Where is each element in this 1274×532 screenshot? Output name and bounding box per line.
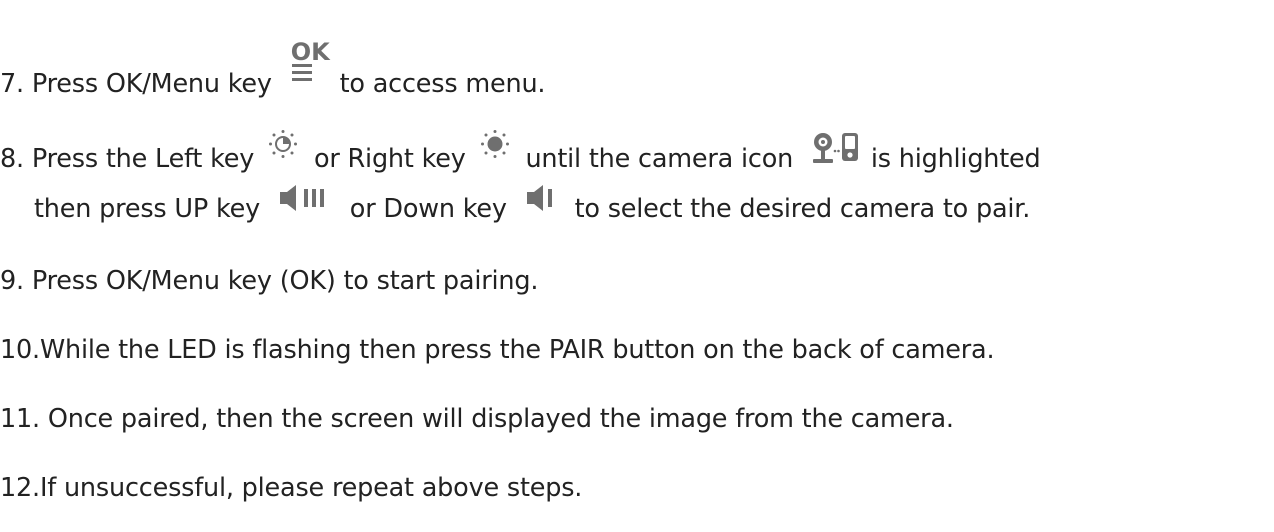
step-number: 10.: [0, 335, 40, 365]
step-8: 8. Press the Left key or Right key until…: [0, 130, 1041, 177]
step-number: 9.: [0, 266, 24, 296]
volume-up-icon: [278, 185, 330, 217]
step-number: 12.: [0, 473, 40, 503]
step-7: 7. Press OK/Menu key OK to access menu.: [0, 38, 546, 102]
step-number: 11.: [0, 404, 40, 434]
step-text: or Down key: [349, 194, 507, 224]
camera-monitor-icon: [811, 133, 861, 167]
step-text: is highlighted: [870, 144, 1041, 174]
step-text: then press UP key: [34, 194, 260, 224]
step-text: to access menu.: [339, 69, 546, 99]
step-12: 12.If unsuccessful, please repeat above …: [0, 470, 582, 506]
step-text: Press OK/Menu key: [31, 69, 272, 99]
step-text: Once paired, then the screen will displa…: [47, 404, 954, 434]
step-text: until the camera icon: [525, 144, 794, 174]
step-text: If unsuccessful, please repeat above ste…: [39, 473, 583, 503]
step-text: Press the Left key: [31, 144, 255, 174]
step-number: 7.: [0, 69, 24, 99]
brightness-high-icon: [480, 130, 510, 167]
step-text: Press OK/Menu key (OK) to start pairing.: [31, 266, 539, 296]
step-9: 9. Press OK/Menu key (OK) to start pairi…: [0, 263, 538, 299]
volume-down-icon: [525, 185, 555, 217]
step-number: 8.: [0, 144, 24, 174]
ok-menu-icon: OK: [288, 38, 330, 92]
step-text: to select the desired camera to pair.: [574, 194, 1031, 224]
step-text: or Right key: [313, 144, 466, 174]
step-text: While the LED is flashing then press the…: [39, 335, 995, 365]
step-10: 10.While the LED is flashing then press …: [0, 332, 995, 368]
step-11: 11. Once paired, then the screen will di…: [0, 401, 954, 437]
step-8-continuation: then press UP key or Down key to select …: [34, 185, 1031, 227]
brightness-low-icon: [268, 130, 298, 167]
